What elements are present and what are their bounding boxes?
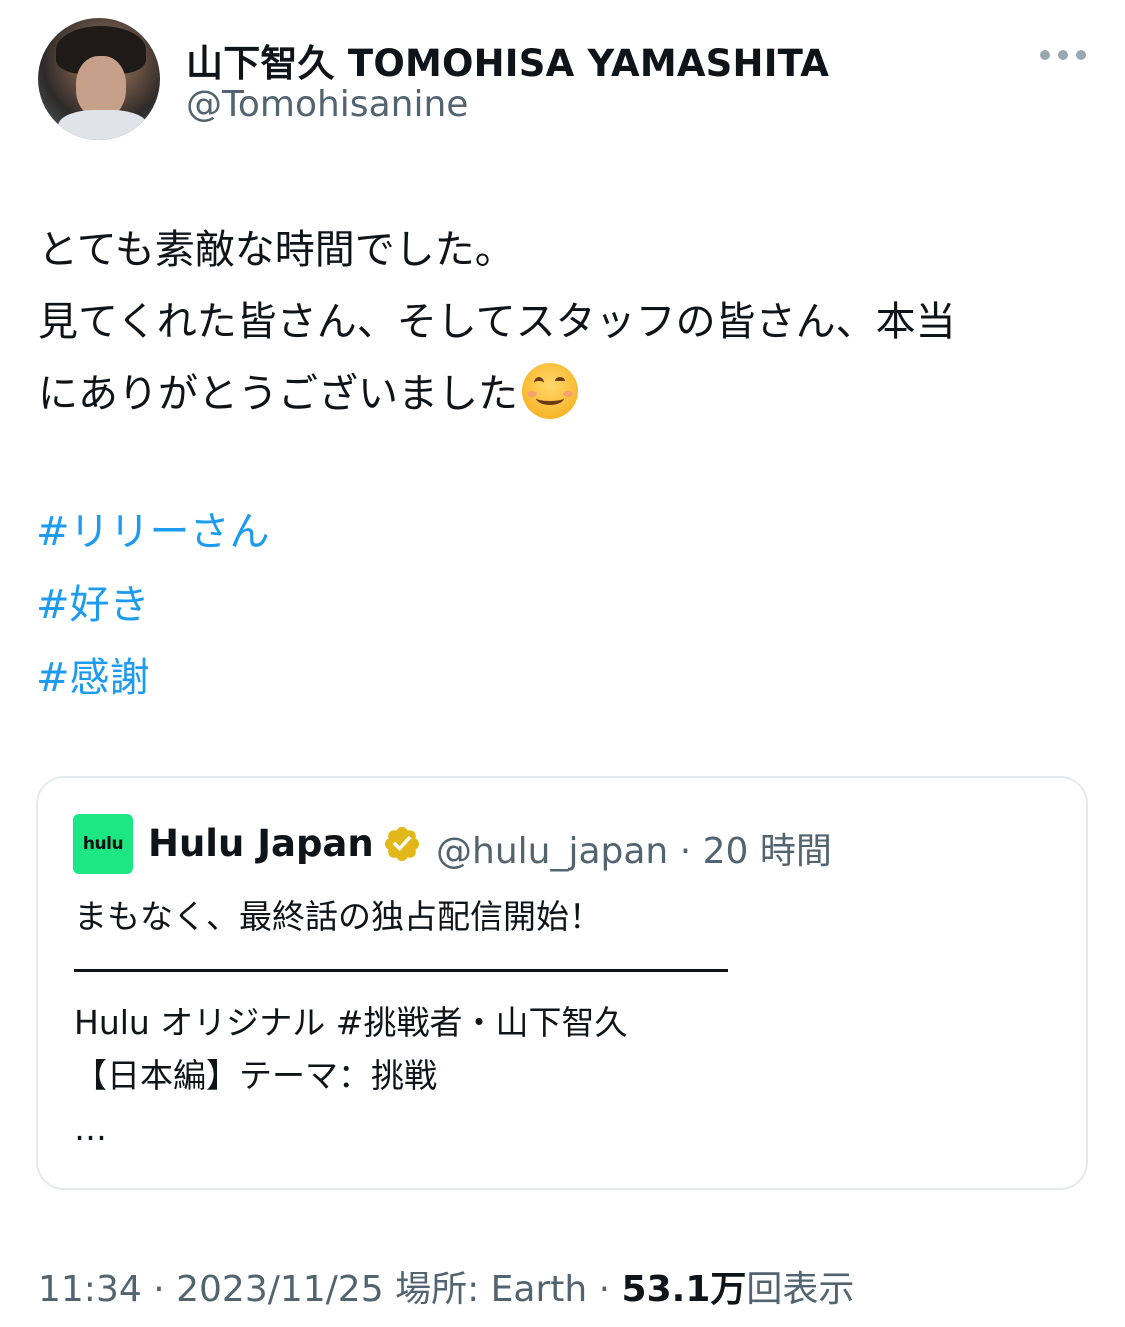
author-avatar[interactable]: [38, 18, 160, 140]
views[interactable]: 53.1万回表示: [622, 1269, 855, 1310]
quoted-tweet-text: まもなく、最終話の独占配信開始！ Hulu オリジナル #挑戦者・山下智久 【日…: [74, 890, 728, 1155]
tweet-detail: 山下智久 TOMOHISA YAMASHITA @Tomohisanine とて…: [0, 0, 1125, 1327]
avatar-shirt: [58, 110, 148, 140]
tweet-line: にありがとうございました: [38, 358, 956, 430]
tweet-meta: 11:34 · 2023/11/25 場所: Earth · 53.1万回表示: [38, 1260, 854, 1312]
quoted-line: …: [74, 1109, 107, 1148]
meta-separator: ·: [153, 1269, 165, 1310]
quoted-line: まもなく、最終話の独占配信開始！: [74, 897, 602, 936]
quoted-meta: @hulu_japan · 20 時間: [436, 822, 832, 874]
tweet-time[interactable]: 11:34: [38, 1269, 142, 1310]
tweet-location: 場所: Earth: [395, 1269, 588, 1310]
tweet-line: 見てくれた皆さん、そしてスタッフの皆さん、本当: [38, 299, 956, 345]
author-handle[interactable]: @Tomohisanine: [186, 84, 468, 125]
quoted-tweet-card[interactable]: hulu Hulu Japan @hulu_japan · 20 時間 まもなく…: [36, 776, 1088, 1190]
tweet-line-text: にありがとうございました: [38, 371, 518, 417]
quoted-line: 【日本編】テーマ：挑戦: [74, 1056, 437, 1095]
quoted-author-name[interactable]: Hulu Japan: [148, 822, 374, 865]
verified-badge-icon: [384, 826, 420, 862]
author-display-name[interactable]: 山下智久 TOMOHISA YAMASHITA: [186, 33, 829, 87]
hulu-logo-icon[interactable]: hulu: [73, 814, 133, 874]
quoted-time[interactable]: 20 時間: [703, 831, 832, 872]
hashtag-link[interactable]: #好き: [36, 569, 270, 642]
more-options-icon[interactable]: [1040, 42, 1086, 68]
hashtag-list: #リリーさん #好き #感謝: [36, 496, 270, 715]
more-dot: [1076, 50, 1086, 60]
quoted-handle[interactable]: @hulu_japan: [436, 831, 668, 872]
tweet-line: とても素敵な時間でした。: [38, 227, 515, 273]
meta-separator: ·: [679, 831, 692, 872]
quoted-line: Hulu オリジナル #挑戦者・山下智久: [74, 1003, 628, 1042]
tweet-date[interactable]: 2023/11/25: [176, 1269, 384, 1310]
views-label: 回表示: [746, 1269, 855, 1310]
views-count: 53.1万: [621, 1269, 747, 1310]
more-dot: [1040, 50, 1050, 60]
smiling-face-emoji-icon: [522, 363, 578, 419]
tweet-text: とても素敵な時間でした。 見てくれた皆さん、そしてスタッフの皆さん、本当 にあり…: [38, 214, 956, 430]
hashtag-link[interactable]: #リリーさん: [36, 496, 270, 569]
divider-line: [74, 969, 728, 972]
more-dot: [1058, 50, 1068, 60]
hashtag-link[interactable]: #感謝: [36, 642, 270, 715]
meta-separator: ·: [598, 1269, 611, 1310]
avatar-face: [76, 56, 126, 118]
